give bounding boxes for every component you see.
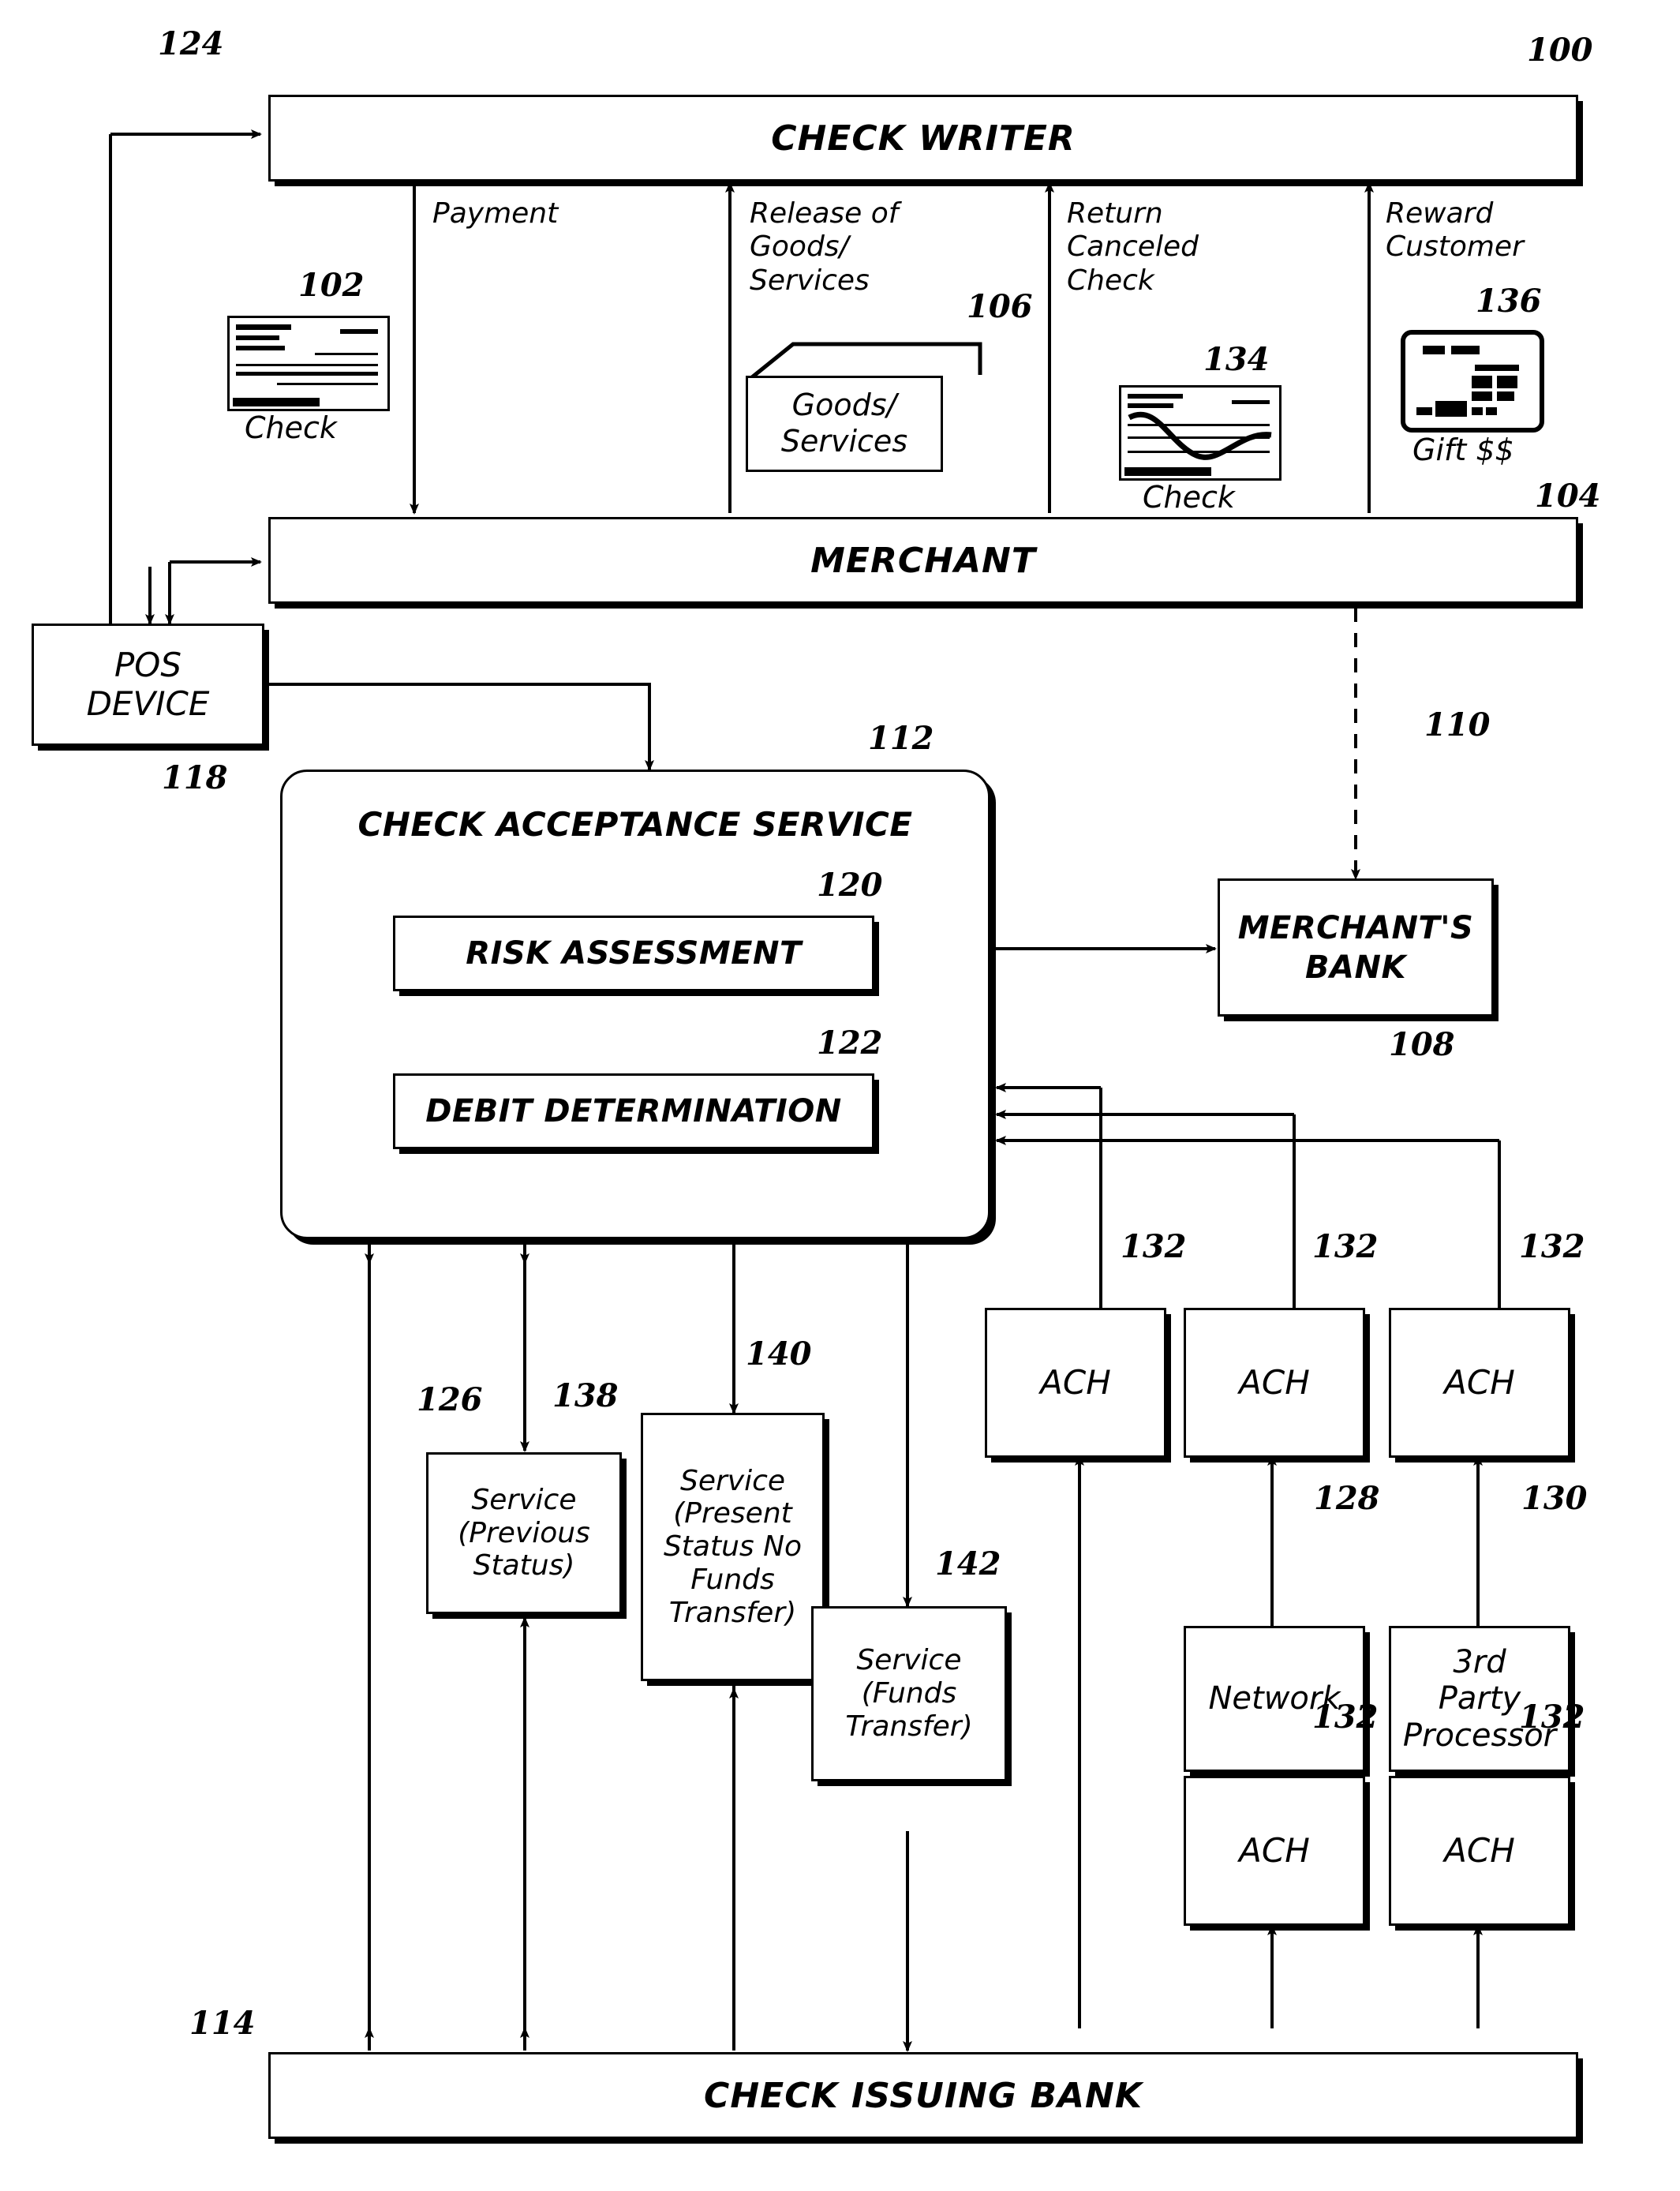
check-icon (227, 316, 390, 411)
gift-card-icon (1401, 330, 1544, 433)
ach-node-4[interactable]: ACH (1184, 1776, 1365, 1926)
service-present-status-label: Service (Present Status No Funds Transfe… (663, 1464, 803, 1629)
gift-card-caption: Gift $$ (1412, 433, 1514, 467)
canceled-check-caption: Check (1143, 480, 1235, 515)
service-funds-transfer-node[interactable]: Service (Funds Transfer) (811, 1606, 1007, 1781)
ref-120: 120 (817, 867, 883, 904)
ref-124: 124 (158, 25, 224, 62)
ref-132-a: 132 (1121, 1228, 1187, 1265)
ref-106: 106 (967, 288, 1033, 325)
check-writer-node[interactable]: CHECK WRITER (268, 95, 1578, 182)
ach-node-2[interactable]: ACH (1184, 1308, 1365, 1458)
goods-services-icon: Goods/ Services (746, 339, 982, 474)
ref-122: 122 (817, 1024, 883, 1062)
ref-126: 126 (417, 1381, 483, 1418)
check-issuing-bank-node[interactable]: CHECK ISSUING BANK (268, 2052, 1578, 2139)
check-writer-label: CHECK WRITER (771, 118, 1076, 159)
pos-device-node[interactable]: POS DEVICE (32, 624, 264, 746)
ref-128: 128 (1314, 1480, 1380, 1517)
service-previous-status-node[interactable]: Service (Previous Status) (426, 1452, 622, 1614)
merchants-bank-node[interactable]: MERCHANT'S BANK (1218, 878, 1494, 1017)
ach-label-2: ACH (1239, 1362, 1310, 1402)
ach-node-5[interactable]: ACH (1389, 1776, 1570, 1926)
merchant-label: MERCHANT (810, 540, 1036, 581)
ref-138: 138 (552, 1377, 619, 1414)
risk-assessment-label: RISK ASSESSMENT (466, 935, 802, 972)
ref-132-d: 132 (1312, 1698, 1379, 1736)
ref-118: 118 (162, 759, 228, 796)
pos-device-label: POS DEVICE (86, 645, 210, 723)
check-icon-caption: Check (245, 410, 337, 445)
ref-130: 130 (1521, 1480, 1588, 1517)
debit-determination-label: DEBIT DETERMINATION (425, 1093, 842, 1129)
check-acceptance-service-node[interactable]: CHECK ACCEPTANCE SERVICE (280, 770, 990, 1239)
ref-136: 136 (1476, 283, 1542, 320)
ach-label-5: ACH (1444, 1830, 1515, 1870)
flow-label-reward-customer: Reward Customer (1386, 197, 1524, 264)
flow-label-payment: Payment (432, 197, 559, 230)
ach-node-3[interactable]: ACH (1389, 1308, 1570, 1458)
merchants-bank-label: MERCHANT'S BANK (1237, 909, 1474, 986)
debit-determination-node[interactable]: DEBIT DETERMINATION (393, 1073, 874, 1149)
ref-110: 110 (1424, 706, 1491, 743)
ref-104: 104 (1535, 478, 1601, 515)
ref-102: 102 (298, 267, 365, 304)
risk-assessment-node[interactable]: RISK ASSESSMENT (393, 916, 874, 991)
ref-114: 114 (189, 2005, 256, 2042)
ach-label-1: ACH (1040, 1362, 1111, 1402)
check-acceptance-service-label: CHECK ACCEPTANCE SERVICE (357, 805, 913, 844)
service-previous-status-label: Service (Previous Status) (458, 1483, 590, 1582)
ref-132-b: 132 (1312, 1228, 1379, 1265)
ref-132-c: 132 (1519, 1228, 1585, 1265)
ref-100: 100 (1527, 32, 1593, 69)
ref-134: 134 (1203, 341, 1270, 378)
ach-node-1[interactable]: ACH (985, 1308, 1166, 1458)
merchant-node[interactable]: MERCHANT (268, 517, 1578, 604)
check-issuing-bank-label: CHECK ISSUING BANK (704, 2075, 1143, 2116)
ach-label-3: ACH (1444, 1362, 1515, 1402)
service-present-status-node[interactable]: Service (Present Status No Funds Transfe… (641, 1413, 825, 1681)
flow-label-return-check: Return Canceled Check (1067, 197, 1199, 297)
goods-services-label: Goods/ Services (780, 388, 908, 459)
ref-112: 112 (868, 720, 934, 757)
ref-108: 108 (1389, 1026, 1455, 1063)
ref-142: 142 (935, 1545, 1001, 1582)
ach-label-4: ACH (1239, 1830, 1310, 1870)
flow-label-release-goods: Release of Goods/ Services (750, 197, 899, 297)
ref-140: 140 (746, 1335, 812, 1373)
service-funds-transfer-label: Service (Funds Transfer) (845, 1644, 973, 1743)
canceled-check-icon (1119, 385, 1282, 481)
ref-132-e: 132 (1519, 1698, 1585, 1736)
patent-figure: CHECK WRITER 100 MERCHANT 104 CHECK ISSU… (0, 0, 1680, 2191)
